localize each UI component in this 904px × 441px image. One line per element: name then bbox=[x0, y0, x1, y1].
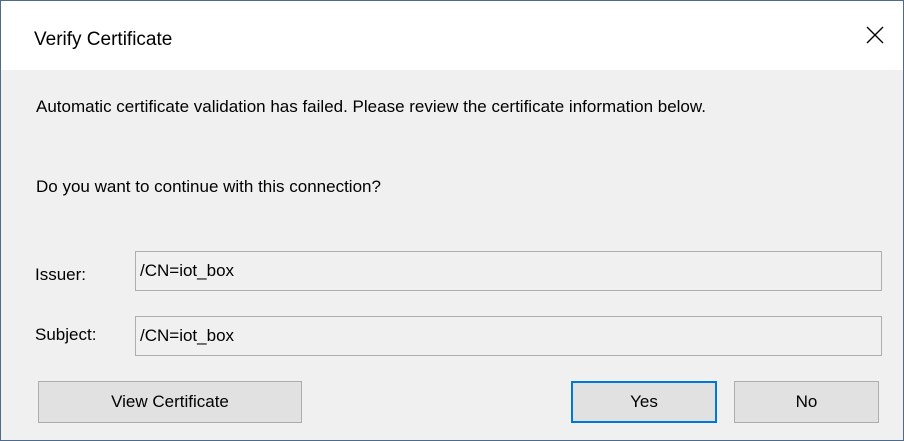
close-button[interactable] bbox=[855, 15, 895, 55]
verify-certificate-dialog: Verify Certificate Automatic certificate… bbox=[0, 0, 904, 441]
yes-button[interactable]: Yes bbox=[571, 381, 717, 423]
validation-failed-message: Automatic certificate validation has fai… bbox=[36, 97, 706, 116]
title-bar[interactable]: Verify Certificate bbox=[1, 1, 903, 70]
subject-field[interactable]: /CN=iot_box bbox=[135, 316, 882, 356]
continue-question: Do you want to continue with this connec… bbox=[36, 177, 381, 196]
view-certificate-button[interactable]: View Certificate bbox=[38, 381, 302, 423]
issuer-field[interactable]: /CN=iot_box bbox=[135, 251, 882, 291]
no-button[interactable]: No bbox=[734, 381, 879, 423]
subject-label: Subject: bbox=[35, 325, 97, 344]
close-icon bbox=[866, 26, 884, 44]
window-title: Verify Certificate bbox=[34, 29, 173, 50]
issuer-label: Issuer: bbox=[35, 265, 87, 284]
